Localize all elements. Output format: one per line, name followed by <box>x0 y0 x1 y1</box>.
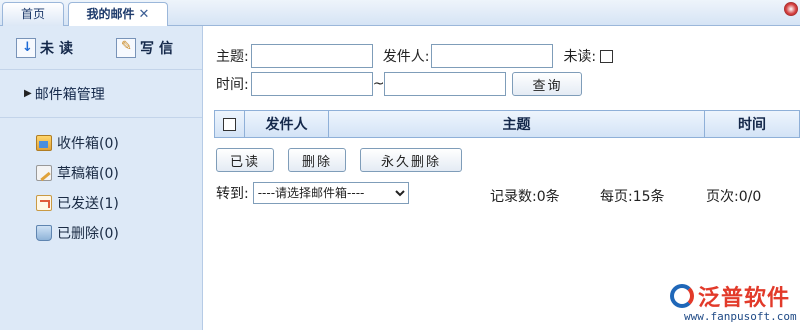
folder-sent[interactable]: 已发送(1) <box>0 188 202 218</box>
mailbox-select[interactable]: ----请选择邮件箱---- <box>252 182 409 204</box>
folder-drafts-label: 草稿箱(0) <box>57 166 119 182</box>
folder-list: 收件箱(0) 草稿箱(0) 已发送(1) 已删除(0) <box>0 118 202 248</box>
unread-button[interactable]: ↓ 未读 <box>16 37 78 58</box>
folder-inbox[interactable]: 收件箱(0) <box>0 128 202 158</box>
subject-label: 主题: <box>216 49 249 65</box>
draft-icon <box>36 165 52 181</box>
permanent-delete-button[interactable]: 永久删除 <box>360 148 462 172</box>
folder-inbox-label: 收件箱(0) <box>57 136 119 152</box>
logo-mark-icon <box>670 284 694 308</box>
unread-filter-label: 未读: <box>563 49 597 65</box>
sidebar: ↓ 未读 ✎ 写信 ▶ 邮件箱管理 收件箱(0) 草稿箱(0) 已发送(1) 已… <box>0 26 203 330</box>
tab-my-mail-label: 我的邮件 <box>86 7 135 21</box>
folder-deleted[interactable]: 已删除(0) <box>0 218 202 248</box>
unread-label: 未读 <box>40 40 78 57</box>
time-to-input[interactable] <box>384 72 507 96</box>
write-label: 写信 <box>140 40 178 57</box>
delete-button[interactable]: 删除 <box>288 148 346 172</box>
select-all-checkbox[interactable] <box>223 117 236 131</box>
query-button[interactable]: 查询 <box>512 72 583 96</box>
page-indicator: 页次:0/0 <box>706 189 762 205</box>
inbox-icon <box>36 135 52 151</box>
close-all-tabs-icon[interactable] <box>784 2 798 16</box>
sender-input[interactable] <box>431 44 554 68</box>
expand-triangle-icon: ▶ <box>24 88 32 99</box>
logo-name: 泛普软件 <box>698 286 791 311</box>
time-label: 时间: <box>216 77 249 93</box>
pen-icon: ✎ <box>116 37 136 58</box>
search-row-1: 主题: 发件人: 未读: <box>216 44 614 68</box>
mail-grid-header: 发件人 主题 时间 <box>214 110 800 138</box>
move-to-label: 转到: <box>216 186 249 202</box>
folder-sent-label: 已发送(1) <box>57 196 119 212</box>
move-to-row: 转到: ----请选择邮件箱---- <box>216 182 409 204</box>
record-count: 记录数:0条 <box>490 189 560 205</box>
write-button[interactable]: ✎ 写信 <box>116 37 178 58</box>
tab-home[interactable]: 首页 <box>2 2 64 26</box>
folder-deleted-label: 已删除(0) <box>57 226 119 242</box>
unread-checkbox[interactable] <box>600 49 614 63</box>
sent-icon <box>36 195 52 211</box>
search-row-2: 时间: ~ 查询 <box>216 72 583 96</box>
trash-icon <box>36 225 52 241</box>
time-from-input[interactable] <box>250 72 373 96</box>
column-subject[interactable]: 主题 <box>329 111 705 137</box>
mailbox-management[interactable]: ▶ 邮件箱管理 <box>0 70 202 118</box>
tab-my-mail[interactable]: 我的邮件 ✕ <box>68 2 168 27</box>
download-arrow-icon: ↓ <box>16 37 36 58</box>
logo-url: www.fanpusoft.com <box>684 310 797 323</box>
brand-logo: 泛普软件 www.fanpusoft.com <box>660 280 800 330</box>
range-separator: ~ <box>372 76 385 92</box>
folder-drafts[interactable]: 草稿箱(0) <box>0 158 202 188</box>
mailbox-management-label: 邮件箱管理 <box>34 86 105 103</box>
subject-input[interactable] <box>250 44 373 68</box>
mark-read-button[interactable]: 已读 <box>216 148 274 172</box>
select-all-cell <box>215 111 245 137</box>
column-sender[interactable]: 发件人 <box>245 111 329 137</box>
column-time[interactable]: 时间 <box>705 111 799 137</box>
close-icon[interactable]: ✕ <box>139 7 150 22</box>
tab-bar: 首页 我的邮件 ✕ <box>0 0 800 27</box>
tab-home-label: 首页 <box>20 7 45 21</box>
per-page: 每页:15条 <box>600 189 665 205</box>
sender-label: 发件人: <box>382 49 430 65</box>
mail-toolbar: 已读 删除 永久删除 <box>216 148 462 172</box>
sidebar-actions: ↓ 未读 ✎ 写信 <box>0 26 202 70</box>
